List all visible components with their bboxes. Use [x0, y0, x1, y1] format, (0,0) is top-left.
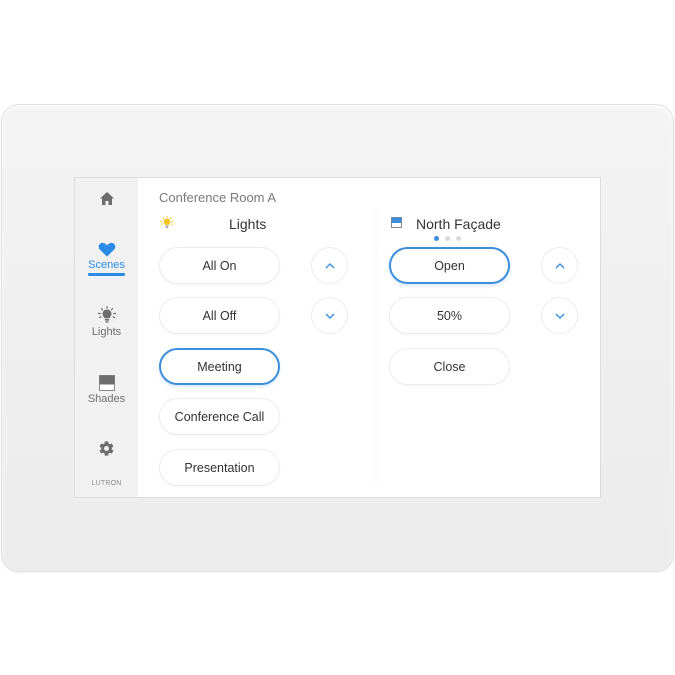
chevron-down-icon: [555, 313, 564, 319]
lights-lower-button[interactable]: [311, 297, 348, 334]
chevron-up-icon: [325, 262, 334, 268]
sidebar-label-shades: Shades: [87, 393, 126, 405]
shades-section-title: North Façade: [416, 216, 501, 232]
page-dot[interactable]: [434, 236, 439, 241]
scene-meeting-button[interactable]: Meeting: [159, 348, 280, 385]
sidebar-item-scenes[interactable]: Scenes: [75, 242, 138, 276]
lutron-logo: LUTRON: [91, 480, 122, 487]
shades-raise-button[interactable]: [541, 247, 578, 284]
sidebar-item-shades[interactable]: Shades: [75, 375, 138, 405]
shade-icon: [98, 375, 115, 391]
page-indicator[interactable]: [434, 236, 461, 241]
sidebar-label-scenes: Scenes: [88, 259, 125, 271]
shade-icon: [391, 217, 402, 228]
lightbulb-icon: [160, 215, 174, 229]
scene-presentation-button[interactable]: Presentation: [159, 449, 280, 486]
sidebar: Scenes Lights Shades LUTRON: [75, 178, 138, 497]
sidebar-item-lights[interactable]: Lights: [75, 306, 138, 338]
sidebar-item-home[interactable]: [75, 191, 138, 206]
sidebar-item-settings[interactable]: [75, 440, 138, 457]
lightbulb-icon: [97, 306, 116, 323]
gear-icon: [99, 441, 114, 456]
lights-section-title: Lights: [229, 216, 267, 232]
touchscreen: Scenes Lights Shades LUTRON Conference R…: [75, 178, 600, 497]
home-icon: [99, 192, 114, 205]
scene-all-off-button[interactable]: All Off: [159, 297, 280, 334]
scene-conference-call-button[interactable]: Conference Call: [159, 398, 280, 435]
shade-close-button[interactable]: Close: [389, 348, 510, 385]
shade-50-percent-button[interactable]: 50%: [389, 297, 510, 334]
lights-raise-button[interactable]: [311, 247, 348, 284]
active-indicator: [88, 273, 125, 276]
shade-open-button[interactable]: Open: [389, 247, 510, 284]
page-dot[interactable]: [445, 236, 450, 241]
shades-lower-button[interactable]: [541, 297, 578, 334]
page-dot[interactable]: [456, 236, 461, 241]
panel-divider: [372, 208, 380, 483]
chevron-down-icon: [325, 313, 334, 319]
room-title: Conference Room A: [159, 190, 277, 205]
heart-icon: [98, 242, 115, 257]
sidebar-label-lights: Lights: [91, 326, 122, 338]
scene-all-on-button[interactable]: All On: [159, 247, 280, 284]
chevron-up-icon: [555, 262, 564, 268]
